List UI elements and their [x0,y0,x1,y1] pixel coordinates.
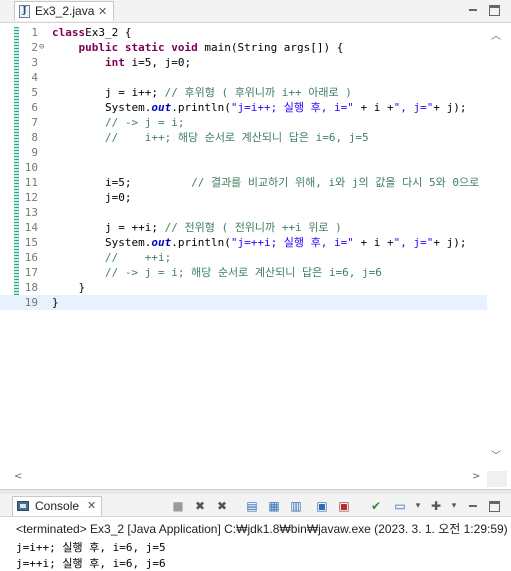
code-line[interactable]: 3 int i=5, j=0; [0,55,490,70]
code-line[interactable]: 10 [0,160,490,175]
line-number: 11 [24,176,38,189]
code-text: System.out.println("j=++i; 실행 후, i=" + i… [52,236,467,249]
fold-toggle-icon[interactable]: ⊖ [39,40,44,55]
scroll-up-icon[interactable]: ︿ [491,27,501,42]
line-number: 10 [24,161,38,174]
console-output-line: j=i++; 실행 후, i=6, j=5 [16,541,166,554]
code-line[interactable]: 16 // ++i; [0,250,490,265]
scroll-lock-icon[interactable]: ▦ [266,498,282,514]
editor-tab-ex3-2[interactable]: J Ex3_2.java ✕ [14,1,114,21]
line-number: 9 [31,146,38,159]
line-number: 8 [31,131,38,144]
close-icon[interactable]: ✕ [98,2,107,21]
code-text: public static void main(String args[]) { [78,41,344,54]
remove-launch-icon[interactable]: ✖ [192,498,208,514]
code-line[interactable]: 2 ⊖ public static void main(String args[]… [0,40,490,55]
line-number: 16 [24,251,38,264]
line-number: 14 [24,221,38,234]
console-tab-label: Console [35,499,80,513]
editor-tab-label: Ex3_2.java [35,4,95,18]
scroll-left-icon[interactable]: < [14,471,22,482]
scroll-right-icon[interactable]: > [472,471,480,482]
line-number: 12 [24,191,38,204]
code-line[interactable]: 11 i=5; // 결과를 비교하기 위해, i와 j의 값을 다시 5와 0… [0,175,490,190]
display-console-icon[interactable]: ▭ [392,498,408,514]
line-number: 13 [24,206,38,219]
line-number: 5 [31,86,38,99]
show-on-error-icon[interactable]: ▣ [336,498,352,514]
scroll-down-icon[interactable]: ﹀ [491,447,501,462]
code-text: int i=5, j=0; [104,56,192,69]
pin-console-icon[interactable]: ✔ [368,498,384,514]
remove-all-terminated-icon[interactable]: ✖ [214,498,230,514]
code-text: System.out.println("j=i++; 실행 후, i=" + i… [52,101,467,114]
console-output[interactable]: <terminated> Ex3_2 [Java Application] C:… [0,517,511,570]
line-number: 3 [31,56,38,69]
code-line[interactable]: 1 classEx3_2 { [0,25,490,40]
line-number: 15 [24,236,38,249]
scrollbar-corner [487,471,507,487]
open-console-icon[interactable]: ✚ [428,498,444,514]
code-line[interactable]: 4 [0,70,490,85]
code-text: j=0; [52,191,132,204]
show-on-output-icon[interactable]: ▣ [314,498,330,514]
terminate-icon[interactable]: ■ [170,498,186,514]
code-text: // -> j = i; [104,116,185,129]
code-line[interactable]: 14 j = ++i; // 전위형 ( 전위니까 ++i 위로 ) [0,220,490,235]
code-text: // i++; 해당 순서로 계산되니 답은 i=6, j=5 [104,131,369,144]
maximize-button[interactable] [489,5,500,16]
code-line[interactable]: 7 // -> j = i; [0,115,490,130]
code-line[interactable]: 6 System.out.println("j=i++; 실행 후, i=" +… [0,100,490,115]
console-tab-bar: Console ✕ ■ ✖ ✖ ▤ ▦ ▥ ▣ ▣ ✔ ▭ ▾ ✚ ▾ [0,494,511,517]
code-text: classEx3_2 { [52,26,132,39]
line-number: 19 [24,296,38,309]
code-line[interactable]: 13 [0,205,490,220]
code-line[interactable]: 19} [0,295,490,310]
line-number: 4 [31,71,38,84]
maximize-button[interactable] [489,501,500,512]
chevron-down-icon[interactable]: ▾ [446,498,462,514]
terminated-status: <terminated> Ex3_2 [Java Application] C:… [16,522,508,536]
minimize-button[interactable] [466,3,480,17]
line-number: 1 [31,26,38,39]
chevron-down-icon[interactable]: ▾ [410,498,426,514]
code-line[interactable]: 12 j=0; [0,190,490,205]
console-icon [17,501,29,511]
minimize-button[interactable] [466,499,480,513]
code-text: i=5; // 결과를 비교하기 위해, i와 j의 값을 다시 5와 0으로 … [52,176,486,189]
horizontal-scrollbar[interactable]: < > [14,471,484,487]
console-tab[interactable]: Console ✕ [12,496,102,516]
code-line[interactable]: 5 j = i++; // 후위형 ( 후위니까 i++ 아래로 ) [0,85,490,100]
code-text: } [52,296,59,309]
code-text: // ++i; [104,251,172,264]
clear-console-icon[interactable]: ▤ [244,498,260,514]
line-number: 7 [31,116,38,129]
java-file-icon: J [19,5,30,18]
vertical-scrollbar[interactable]: ︿ ﹀ [487,23,507,463]
code-line[interactable]: 15 System.out.println("j=++i; 실행 후, i=" … [0,235,490,250]
word-wrap-icon[interactable]: ▥ [288,498,304,514]
editor-tab-bar: J Ex3_2.java ✕ [0,0,511,23]
code-text: // -> j = i; 해당 순서로 계산되니 답은 i=6, j=6 [104,266,382,279]
line-number: 6 [31,101,38,114]
code-line[interactable]: 17 // -> j = i; 해당 순서로 계산되니 답은 i=6, j=6 [0,265,490,280]
line-number: 18 [24,281,38,294]
code-text: } [52,281,86,294]
code-editor[interactable]: 1 classEx3_2 {2 ⊖ public static void main(… [0,23,511,471]
code-text: j = i++; // 후위형 ( 후위니까 i++ 아래로 ) [52,86,352,99]
code-line[interactable]: 9 [0,145,490,160]
code-text: j = ++i; // 전위형 ( 전위니까 ++i 위로 ) [52,221,342,234]
line-number: 2 [31,41,38,54]
line-number: 17 [24,266,38,279]
code-line[interactable]: 18 } [0,280,490,295]
close-icon[interactable]: ✕ [87,499,96,512]
code-lines: 1 classEx3_2 {2 ⊖ public static void main(… [0,25,490,310]
code-line[interactable]: 8 // i++; 해당 순서로 계산되니 답은 i=6, j=5 [0,130,490,145]
